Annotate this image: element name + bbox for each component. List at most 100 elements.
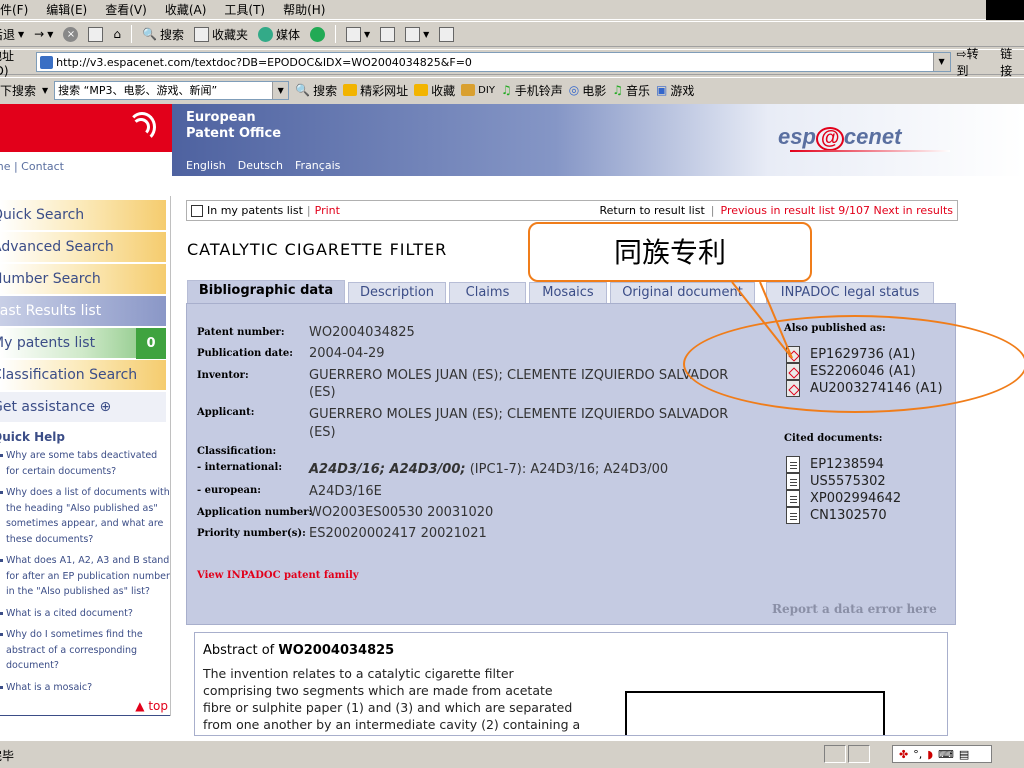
mail-button[interactable]: ▼ (341, 23, 375, 45)
lang-english[interactable]: English (186, 159, 226, 172)
status-text: 完毕 (0, 749, 15, 763)
toolbar-search-button[interactable]: 🔍 搜索 (295, 82, 337, 99)
sidebar-item-quick-search[interactable]: Quick Search (0, 200, 166, 231)
forward-button[interactable]: → ▼ (29, 23, 58, 45)
sidebar-item-get-assistance[interactable]: Get assistance ⊕ (0, 392, 166, 423)
top-link[interactable]: ▲ top (135, 699, 168, 713)
ime-tray[interactable]: ✤ °, ◗ ⌨ ▤ (892, 745, 992, 763)
sidebar-item-last-results[interactable]: Last Results list (0, 296, 166, 327)
print-link[interactable]: Print (315, 204, 340, 217)
lang-deutsch[interactable]: Deutsch (238, 159, 283, 172)
inpadoc-family-link[interactable]: View INPADOC patent family (197, 570, 359, 581)
sidebar-item-classification-search[interactable]: Classification Search (0, 360, 166, 391)
page-title: CATALYTIC CIGARETTE FILTER (187, 240, 448, 259)
quick-help-link[interactable]: What is a cited document? (0, 606, 170, 622)
stop-button[interactable]: × (58, 23, 83, 45)
quick-help-link[interactable]: What is a mosaic? (0, 680, 170, 696)
chevron-down-icon[interactable]: ▼ (272, 81, 289, 99)
inventor: GUERRERO MOLES JUAN (ES); CLEMENTE IZQUI… (309, 368, 729, 383)
previous-link[interactable]: Previous (721, 204, 768, 217)
dropdown-arrow-icon: ▼ (423, 29, 430, 39)
go-button[interactable]: ⇨转到 (957, 45, 991, 79)
home-contact-link[interactable]: Home | Contact (0, 160, 64, 173)
menu-edit[interactable]: 编辑(E) (46, 1, 87, 18)
sidebar-item-label: Advanced Search (0, 239, 114, 255)
toolbar-item-label: 收藏 (431, 83, 456, 98)
toolbar-movie-button[interactable]: ◎ 电影 (569, 82, 607, 99)
cited-item[interactable]: US5575302 (786, 473, 886, 490)
quick-help-link[interactable]: Why does a list of documents with the he… (0, 485, 170, 547)
url-input[interactable]: http://v3.espacenet.com/textdoc?DB=EPODO… (36, 52, 951, 72)
sidebar-item-number-search[interactable]: Number Search (0, 264, 166, 295)
sidebar-item-label: Classification Search (0, 367, 138, 383)
cited-item[interactable]: XP002994642 (786, 490, 901, 507)
menu-tools[interactable]: 工具(T) (224, 1, 265, 18)
home-icon: ⌂ (113, 27, 122, 41)
toolbar-sites-button[interactable]: 精彩网址 (343, 82, 408, 99)
result-position: in result list 9/107 (770, 204, 871, 217)
toolbar-search-input[interactable]: 搜索 “MP3、电影、游戏、新闻” ▼ (54, 80, 290, 100)
favorites-button[interactable]: 收藏夹 (189, 23, 253, 45)
quick-help-link[interactable]: What does A1, A2, A3 and B stand for aft… (0, 553, 170, 600)
menu-file[interactable]: 文件(F) (0, 1, 28, 18)
sidebar-item-advanced-search[interactable]: Advanced Search (0, 232, 166, 263)
cited-item[interactable]: CN1302570 (786, 507, 887, 524)
sidebar-item-my-patents[interactable]: My patents list 0 (0, 328, 166, 359)
status-cell (824, 745, 846, 763)
search-button[interactable]: 🔍 搜索 (137, 23, 189, 45)
media-button[interactable]: 媒体 (253, 23, 305, 45)
toolbar-item-label: 游戏 (670, 83, 695, 98)
next-link[interactable]: Next in results (874, 204, 954, 217)
history-button[interactable] (305, 23, 330, 45)
logo-arc (132, 118, 150, 136)
logo-underline (790, 150, 950, 152)
quick-help-link[interactable]: Why do I sometimes find the abstract of … (0, 627, 170, 674)
my-patents-checkbox[interactable] (191, 204, 203, 217)
sidebar-item-label: Get assistance ⊕ (0, 399, 112, 415)
toolbar-music-button[interactable]: ♫ 音乐 (612, 82, 650, 99)
applicant: GUERRERO MOLES JUAN (ES); CLEMENTE IZQUI… (309, 407, 729, 422)
tab-claims[interactable]: Claims (449, 282, 526, 304)
punct-icon: °, (913, 747, 923, 761)
european-classification: A24D3/16E (309, 484, 382, 499)
lang-francais[interactable]: Français (295, 159, 340, 172)
home-button[interactable]: ⌂ (108, 23, 126, 45)
espacenet-logo[interactable]: esp @ cenet (778, 124, 901, 151)
url-dropdown-icon[interactable]: ▼ (932, 53, 950, 71)
field-label: Application number: (197, 507, 313, 518)
quick-help-link[interactable]: Why are some tabs deactivated for certai… (0, 448, 170, 479)
toolbar-favorites-button[interactable]: 收藏 (414, 82, 455, 99)
ime-icon: ✤ (899, 747, 909, 761)
sidebar-item-label: Quick Search (0, 207, 85, 223)
discuss-button[interactable] (434, 23, 459, 45)
sidebar-divider (170, 196, 171, 716)
application-number: WO2003ES00530 20031020 (309, 505, 494, 520)
tab-description[interactable]: Description (348, 282, 446, 304)
return-link[interactable]: Return to result list (599, 204, 704, 217)
back-button[interactable]: 后退▼ (0, 23, 29, 45)
menu-favorites[interactable]: 收藏(A) (165, 1, 207, 18)
toolbar-ringtone-button[interactable]: ♫ 手机铃声 (501, 82, 563, 99)
document-icon (786, 507, 800, 524)
toolbar-diy-button[interactable]: DIY (461, 84, 495, 96)
tab-mosaics[interactable]: Mosaics (529, 282, 607, 304)
tab-bibliographic-data[interactable]: Bibliographic data (187, 280, 345, 304)
links-button[interactable]: 链接 (1000, 45, 1024, 79)
print-button[interactable] (375, 23, 400, 45)
epo-logo[interactable] (0, 104, 172, 152)
document-icon (786, 456, 800, 473)
separator (131, 25, 133, 43)
toolbar-game-button[interactable]: ▣ 游戏 (656, 82, 694, 99)
toolbar-item-label: 精彩网址 (360, 83, 409, 98)
abstract-box: Abstract of WO2004034825 The invention r… (194, 632, 948, 736)
cited-item[interactable]: EP1238594 (786, 456, 884, 473)
menu-help[interactable]: 帮助(H) (283, 1, 325, 18)
address-label: 地址(D) (0, 48, 15, 78)
menu-view[interactable]: 查看(V) (105, 1, 147, 18)
abstract-heading-prefix: Abstract of (203, 643, 279, 658)
music-note-icon: ♫ (500, 83, 512, 97)
report-error-link[interactable]: Report a data error here (772, 602, 937, 616)
dropdown-arrow-icon[interactable]: ▼ (42, 86, 48, 95)
refresh-button[interactable] (83, 23, 108, 45)
edit-button[interactable]: ▼ (400, 23, 434, 45)
